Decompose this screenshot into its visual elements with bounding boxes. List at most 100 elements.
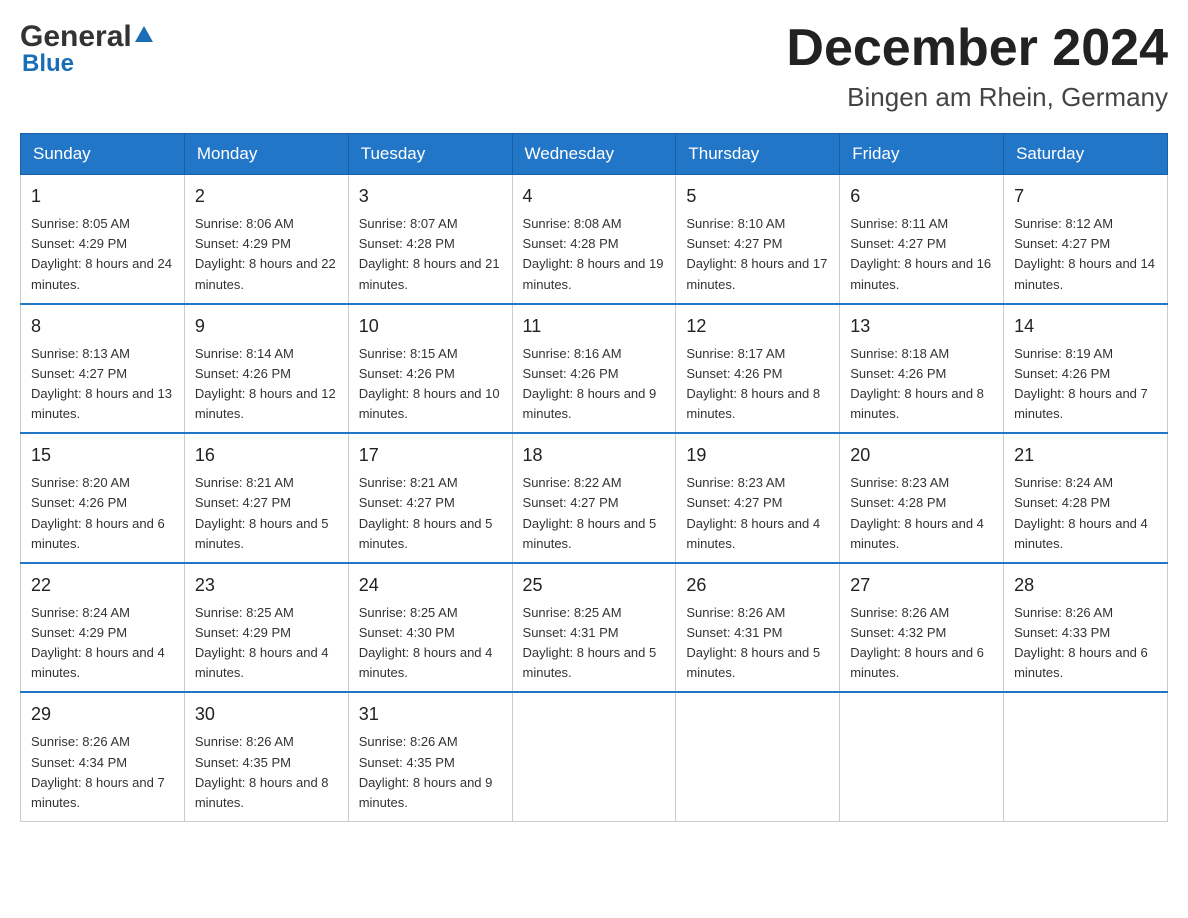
sunset-text: Sunset: 4:32 PM	[850, 625, 946, 640]
day-info: Sunrise: 8:15 AM Sunset: 4:26 PM Dayligh…	[359, 344, 502, 425]
day-number: 21	[1014, 442, 1157, 469]
day-info: Sunrise: 8:24 AM Sunset: 4:29 PM Dayligh…	[31, 603, 174, 684]
day-info: Sunrise: 8:23 AM Sunset: 4:27 PM Dayligh…	[686, 473, 829, 554]
daylight-text: Daylight: 8 hours and 12 minutes.	[195, 386, 336, 421]
sunset-text: Sunset: 4:33 PM	[1014, 625, 1110, 640]
day-info: Sunrise: 8:24 AM Sunset: 4:28 PM Dayligh…	[1014, 473, 1157, 554]
calendar-day-cell: 17 Sunrise: 8:21 AM Sunset: 4:27 PM Dayl…	[348, 433, 512, 563]
day-number: 1	[31, 183, 174, 210]
sunset-text: Sunset: 4:27 PM	[686, 495, 782, 510]
calendar-header-tuesday: Tuesday	[348, 134, 512, 175]
sunrise-text: Sunrise: 8:18 AM	[850, 346, 949, 361]
day-info: Sunrise: 8:21 AM Sunset: 4:27 PM Dayligh…	[359, 473, 502, 554]
day-number: 19	[686, 442, 829, 469]
day-number: 4	[523, 183, 666, 210]
sunrise-text: Sunrise: 8:21 AM	[195, 475, 294, 490]
sunset-text: Sunset: 4:26 PM	[195, 366, 291, 381]
day-number: 15	[31, 442, 174, 469]
day-number: 8	[31, 313, 174, 340]
sunset-text: Sunset: 4:35 PM	[195, 755, 291, 770]
day-number: 28	[1014, 572, 1157, 599]
calendar-week-row: 8 Sunrise: 8:13 AM Sunset: 4:27 PM Dayli…	[21, 304, 1168, 434]
logo: General Blue	[20, 20, 155, 78]
day-number: 3	[359, 183, 502, 210]
daylight-text: Daylight: 8 hours and 4 minutes.	[1014, 516, 1148, 551]
sunrise-text: Sunrise: 8:21 AM	[359, 475, 458, 490]
calendar-header-row: SundayMondayTuesdayWednesdayThursdayFrid…	[21, 134, 1168, 175]
page-header: General Blue December 2024 Bingen am Rhe…	[20, 20, 1168, 113]
daylight-text: Daylight: 8 hours and 6 minutes.	[31, 516, 165, 551]
calendar-header-thursday: Thursday	[676, 134, 840, 175]
sunset-text: Sunset: 4:28 PM	[1014, 495, 1110, 510]
sunrise-text: Sunrise: 8:26 AM	[686, 605, 785, 620]
logo-general-text: General	[20, 20, 132, 54]
calendar-day-cell: 8 Sunrise: 8:13 AM Sunset: 4:27 PM Dayli…	[21, 304, 185, 434]
calendar-day-cell: 10 Sunrise: 8:15 AM Sunset: 4:26 PM Dayl…	[348, 304, 512, 434]
calendar-day-cell: 16 Sunrise: 8:21 AM Sunset: 4:27 PM Dayl…	[184, 433, 348, 563]
sunset-text: Sunset: 4:29 PM	[31, 236, 127, 251]
calendar-day-cell: 12 Sunrise: 8:17 AM Sunset: 4:26 PM Dayl…	[676, 304, 840, 434]
calendar-header-friday: Friday	[840, 134, 1004, 175]
calendar-table: SundayMondayTuesdayWednesdayThursdayFrid…	[20, 133, 1168, 822]
daylight-text: Daylight: 8 hours and 14 minutes.	[1014, 256, 1155, 291]
calendar-day-cell: 25 Sunrise: 8:25 AM Sunset: 4:31 PM Dayl…	[512, 563, 676, 693]
sunrise-text: Sunrise: 8:26 AM	[359, 734, 458, 749]
day-number: 23	[195, 572, 338, 599]
day-info: Sunrise: 8:12 AM Sunset: 4:27 PM Dayligh…	[1014, 214, 1157, 295]
day-number: 13	[850, 313, 993, 340]
calendar-day-cell	[840, 692, 1004, 821]
daylight-text: Daylight: 8 hours and 7 minutes.	[31, 775, 165, 810]
day-info: Sunrise: 8:08 AM Sunset: 4:28 PM Dayligh…	[523, 214, 666, 295]
calendar-header-wednesday: Wednesday	[512, 134, 676, 175]
sunrise-text: Sunrise: 8:05 AM	[31, 216, 130, 231]
calendar-day-cell: 22 Sunrise: 8:24 AM Sunset: 4:29 PM Dayl…	[21, 563, 185, 693]
calendar-day-cell: 20 Sunrise: 8:23 AM Sunset: 4:28 PM Dayl…	[840, 433, 1004, 563]
sunset-text: Sunset: 4:26 PM	[359, 366, 455, 381]
calendar-day-cell: 31 Sunrise: 8:26 AM Sunset: 4:35 PM Dayl…	[348, 692, 512, 821]
sunrise-text: Sunrise: 8:26 AM	[195, 734, 294, 749]
sunrise-text: Sunrise: 8:13 AM	[31, 346, 130, 361]
sunset-text: Sunset: 4:27 PM	[523, 495, 619, 510]
day-info: Sunrise: 8:17 AM Sunset: 4:26 PM Dayligh…	[686, 344, 829, 425]
calendar-day-cell: 19 Sunrise: 8:23 AM Sunset: 4:27 PM Dayl…	[676, 433, 840, 563]
calendar-day-cell: 11 Sunrise: 8:16 AM Sunset: 4:26 PM Dayl…	[512, 304, 676, 434]
day-info: Sunrise: 8:25 AM Sunset: 4:29 PM Dayligh…	[195, 603, 338, 684]
day-number: 24	[359, 572, 502, 599]
sunset-text: Sunset: 4:27 PM	[359, 495, 455, 510]
day-info: Sunrise: 8:23 AM Sunset: 4:28 PM Dayligh…	[850, 473, 993, 554]
calendar-day-cell: 26 Sunrise: 8:26 AM Sunset: 4:31 PM Dayl…	[676, 563, 840, 693]
daylight-text: Daylight: 8 hours and 22 minutes.	[195, 256, 336, 291]
sunrise-text: Sunrise: 8:11 AM	[850, 216, 948, 231]
daylight-text: Daylight: 8 hours and 24 minutes.	[31, 256, 172, 291]
sunrise-text: Sunrise: 8:17 AM	[686, 346, 785, 361]
calendar-day-cell: 18 Sunrise: 8:22 AM Sunset: 4:27 PM Dayl…	[512, 433, 676, 563]
sunset-text: Sunset: 4:26 PM	[31, 495, 127, 510]
calendar-day-cell: 13 Sunrise: 8:18 AM Sunset: 4:26 PM Dayl…	[840, 304, 1004, 434]
day-number: 18	[523, 442, 666, 469]
calendar-day-cell: 3 Sunrise: 8:07 AM Sunset: 4:28 PM Dayli…	[348, 175, 512, 304]
calendar-day-cell: 4 Sunrise: 8:08 AM Sunset: 4:28 PM Dayli…	[512, 175, 676, 304]
sunrise-text: Sunrise: 8:20 AM	[31, 475, 130, 490]
day-info: Sunrise: 8:11 AM Sunset: 4:27 PM Dayligh…	[850, 214, 993, 295]
sunset-text: Sunset: 4:27 PM	[31, 366, 127, 381]
sunset-text: Sunset: 4:29 PM	[195, 625, 291, 640]
daylight-text: Daylight: 8 hours and 13 minutes.	[31, 386, 172, 421]
sunset-text: Sunset: 4:29 PM	[31, 625, 127, 640]
calendar-day-cell: 6 Sunrise: 8:11 AM Sunset: 4:27 PM Dayli…	[840, 175, 1004, 304]
sunrise-text: Sunrise: 8:12 AM	[1014, 216, 1113, 231]
day-number: 17	[359, 442, 502, 469]
daylight-text: Daylight: 8 hours and 6 minutes.	[1014, 645, 1148, 680]
daylight-text: Daylight: 8 hours and 6 minutes.	[850, 645, 984, 680]
day-number: 16	[195, 442, 338, 469]
sunrise-text: Sunrise: 8:26 AM	[31, 734, 130, 749]
day-info: Sunrise: 8:14 AM Sunset: 4:26 PM Dayligh…	[195, 344, 338, 425]
day-info: Sunrise: 8:22 AM Sunset: 4:27 PM Dayligh…	[523, 473, 666, 554]
day-number: 9	[195, 313, 338, 340]
calendar-week-row: 15 Sunrise: 8:20 AM Sunset: 4:26 PM Dayl…	[21, 433, 1168, 563]
sunset-text: Sunset: 4:26 PM	[850, 366, 946, 381]
day-number: 29	[31, 701, 174, 728]
daylight-text: Daylight: 8 hours and 9 minutes.	[359, 775, 493, 810]
sunrise-text: Sunrise: 8:14 AM	[195, 346, 294, 361]
sunrise-text: Sunrise: 8:22 AM	[523, 475, 622, 490]
daylight-text: Daylight: 8 hours and 16 minutes.	[850, 256, 991, 291]
